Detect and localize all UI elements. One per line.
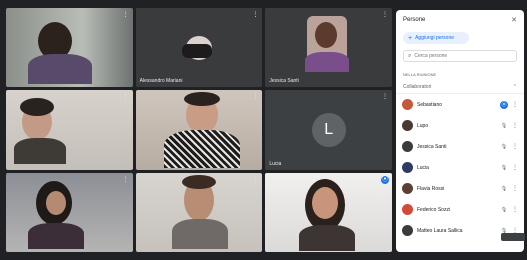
contributors-header[interactable]: Collaboratori ⌃ (396, 81, 524, 94)
more-options-icon[interactable]: ⋮ (512, 101, 518, 108)
mic-active-icon: ⦿ (380, 175, 389, 184)
mic-icon: ⋮ (252, 94, 259, 101)
video-tile[interactable]: ⋮ (6, 172, 133, 252)
avatar (402, 183, 413, 194)
participant-row[interactable]: Flavia Rossi 🎙 ⋮ (396, 178, 524, 199)
mic-off-icon[interactable]: 🎙 (500, 143, 508, 151)
participant-name: Flavia Rossi (417, 185, 445, 192)
avatar (402, 225, 413, 236)
avatar (402, 162, 413, 173)
panel-title: Persone (403, 17, 426, 23)
participant-name: Jessica Santi (417, 143, 447, 150)
avatar (402, 141, 413, 152)
search-input[interactable] (414, 53, 505, 59)
avatar (402, 120, 413, 131)
participant-name: Matteo Laura Sallica (417, 227, 463, 234)
participant-avatar: L (311, 112, 346, 147)
participant-name: Federico Sozzi (417, 206, 451, 213)
participants-list: Sebastiano ⦿ ⋮ Lupo 🎙 ⋮ Jessica Santi 🎙 … (396, 94, 524, 241)
mic-icon: ⋮ (252, 12, 259, 18)
people-panel: Persone ✕ + Aggiungi persone ⌕ NELLA RIU… (396, 10, 524, 252)
more-options-icon[interactable]: ⋮ (512, 122, 518, 129)
participant-row[interactable]: Lupo 🎙 ⋮ (396, 115, 524, 136)
contributors-label: Collaboratori (403, 84, 432, 90)
search-icon: ⌕ (408, 52, 412, 59)
add-people-button[interactable]: + Aggiungi persone (403, 32, 469, 44)
mic-active-icon: ⦿ (500, 100, 508, 109)
panel-header: Persone ✕ (396, 10, 524, 28)
chevron-up-icon[interactable]: ⌃ (513, 84, 517, 90)
tooltip (501, 233, 525, 241)
add-people-label: Aggiungi persone (415, 35, 455, 41)
participant-name: Lupo (417, 122, 429, 129)
search-field[interactable]: ⌕ (403, 50, 517, 62)
video-tile[interactable]: ⋮ (6, 90, 133, 170)
participant-name: Alessandro Mariani (139, 78, 183, 85)
add-person-icon: + (408, 34, 413, 42)
participant-name: Lucia (269, 160, 282, 167)
participant-row[interactable]: Jessica Santi 🎙 ⋮ (396, 136, 524, 157)
avatar (402, 204, 413, 215)
participant-name: Sebastiano (417, 101, 443, 108)
mic-icon: ⋮ (252, 176, 259, 183)
mic-icon: ⋮ (122, 12, 129, 18)
participant-row[interactable]: Sebastiano ⦿ ⋮ (396, 94, 524, 115)
section-label: NELLA RIUNIONE (403, 72, 437, 77)
participant-name: Lucia (417, 164, 429, 171)
mic-off-icon[interactable]: 🎙 (500, 185, 508, 193)
video-grid: ⋮ Alessandro Mariani ⋮ Jessica Santi ⋮ ⋮ (6, 8, 392, 252)
video-tile[interactable]: Jessica Santi ⋮ (265, 8, 392, 88)
close-icon[interactable]: ✕ (511, 16, 517, 24)
mic-off-icon[interactable]: 🎙 (500, 122, 508, 130)
more-options-icon[interactable]: ⋮ (512, 164, 518, 171)
video-tile-active-speaker[interactable]: ⦿ (265, 172, 392, 252)
more-options-icon[interactable]: ⋮ (512, 143, 518, 150)
more-options-icon[interactable]: ⋮ (512, 185, 518, 192)
meet-call-window: ⋮ Alessandro Mariani ⋮ Jessica Santi ⋮ ⋮ (0, 0, 527, 260)
video-tile[interactable]: ⋮ (6, 8, 133, 88)
mic-off-icon[interactable]: 🎙 (500, 164, 508, 172)
participant-name: Jessica Santi (269, 78, 299, 85)
mic-icon: ⋮ (381, 94, 388, 101)
video-tile[interactable]: L Lucia ⋮ (265, 90, 392, 170)
mic-off-icon[interactable]: 🎙 (500, 206, 508, 214)
video-tile[interactable]: ⋮ (135, 172, 263, 252)
video-tile[interactable]: Alessandro Mariani ⋮ (135, 8, 263, 88)
mic-icon: ⋮ (122, 176, 129, 183)
mic-icon: ⋮ (381, 12, 388, 18)
video-tile[interactable]: ⋮ (135, 90, 263, 170)
mic-icon: ⋮ (122, 94, 129, 101)
participant-row[interactable]: Federico Sozzi 🎙 ⋮ (396, 199, 524, 220)
avatar (402, 99, 413, 110)
more-options-icon[interactable]: ⋮ (512, 206, 518, 213)
participant-row[interactable]: Lucia 🎙 ⋮ (396, 157, 524, 178)
bottom-bar (0, 253, 527, 260)
